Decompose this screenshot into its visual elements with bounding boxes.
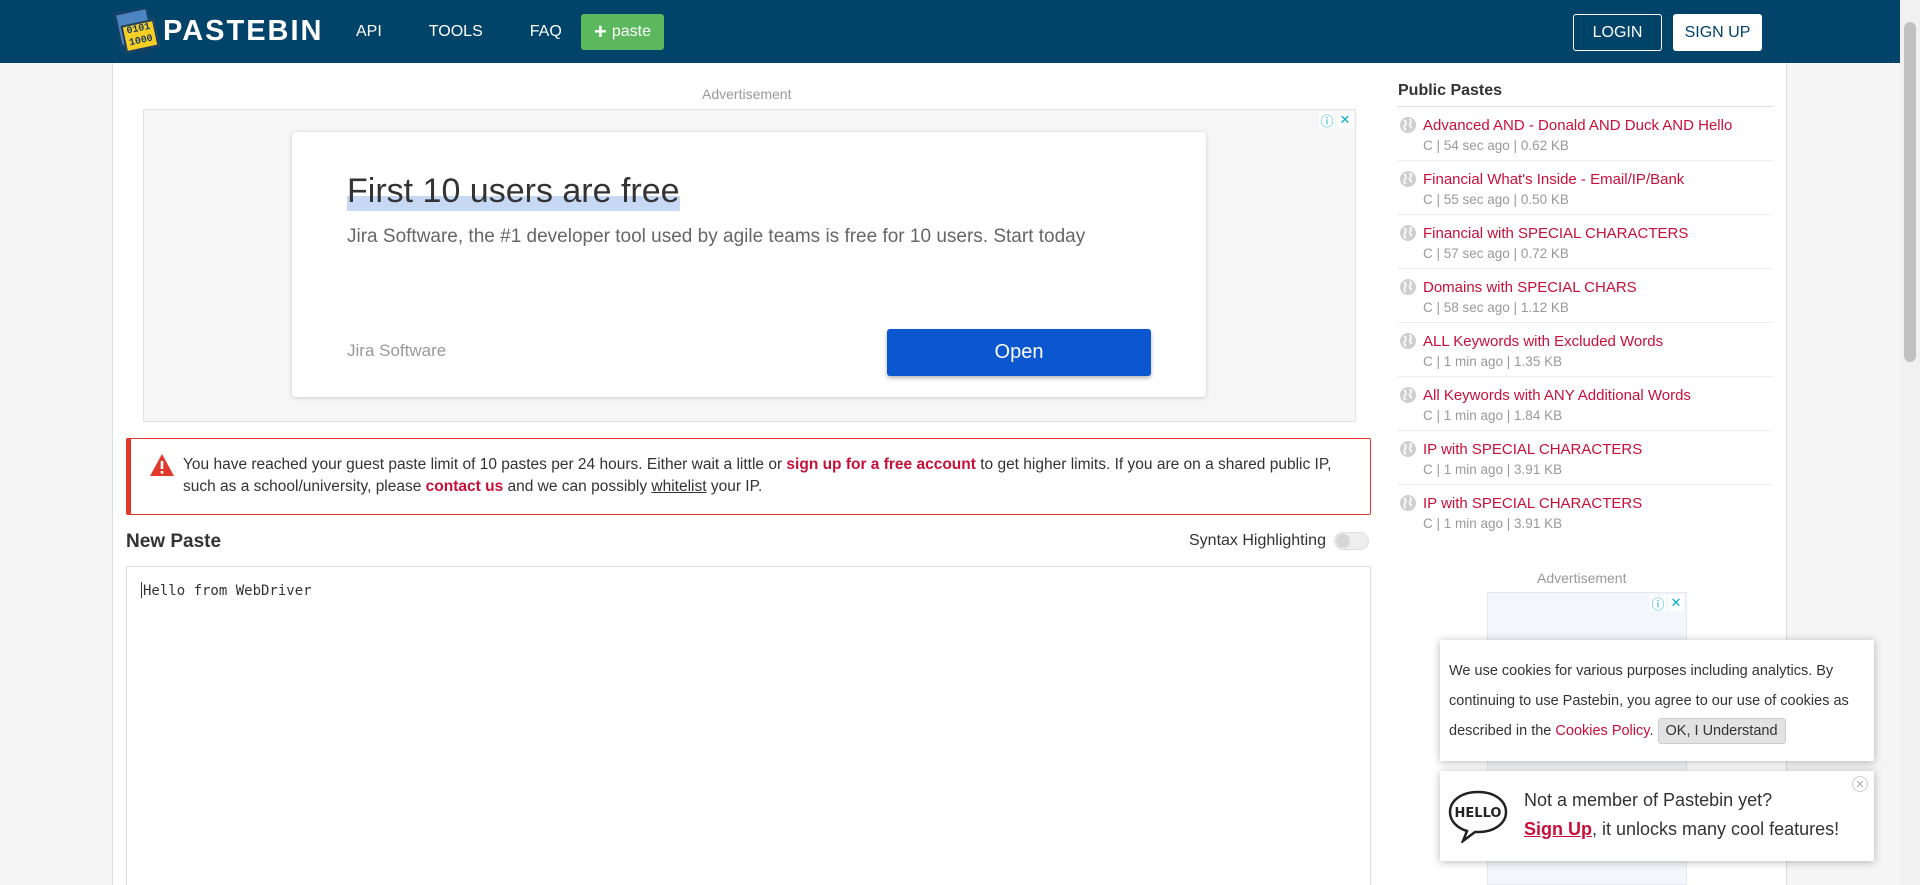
ad-description: Jira Software, the #1 developer tool use… [347, 226, 1086, 247]
cookie-text: We use cookies for various purposes incl… [1449, 656, 1869, 746]
globe-icon [1400, 441, 1416, 457]
nav-api[interactable]: API [356, 23, 382, 41]
list-item: IP with SPECIAL CHARACTERS C | 1 min ago… [1397, 485, 1773, 539]
globe-icon [1400, 171, 1416, 187]
svg-text:HELLO: HELLO [1455, 806, 1502, 821]
paste-meta: C | 57 sec ago | 0.72 KB [1423, 246, 1569, 261]
ad-label: Advertisement [702, 86, 792, 102]
paste-textarea[interactable]: Hello from WebDriver [126, 566, 1371, 885]
paste-meta: C | 1 min ago | 1.84 KB [1423, 408, 1563, 423]
ad-headline: First 10 users are free [347, 172, 680, 211]
public-pastes-title: Public Pastes [1398, 82, 1503, 99]
new-paste-button[interactable]: + paste [581, 14, 664, 50]
globe-icon [1400, 279, 1416, 295]
cookie-consent-popup: We use cookies for various purposes incl… [1440, 640, 1874, 761]
plus-icon: + [594, 19, 607, 44]
cookies-policy-link[interactable]: Cookies Policy [1555, 723, 1649, 739]
list-item: Domains with SPECIAL CHARS C | 58 sec ag… [1397, 269, 1773, 323]
hello-speech-bubble-icon: HELLO [1448, 790, 1508, 843]
member-prompt-text: Not a member of Pastebin yet? [1524, 790, 1773, 810]
paste-meta: C | 1 min ago | 3.91 KB [1423, 516, 1563, 531]
list-item: Financial with SPECIAL CHARACTERS C | 57… [1397, 215, 1773, 269]
list-item: ALL Keywords with Excluded Words C | 1 m… [1397, 323, 1773, 377]
list-item: IP with SPECIAL CHARACTERS C | 1 min ago… [1397, 431, 1773, 485]
login-button[interactable]: LOGIN [1573, 14, 1662, 51]
ad-brand: Jira Software [347, 341, 447, 360]
ad-info-icon[interactable]: ⓘ [1650, 595, 1666, 612]
paste-limit-notice: You have reached your guest paste limit … [126, 438, 1371, 515]
paste-link[interactable]: All Keywords with ANY Additional Words [1423, 387, 1691, 404]
member-signup-link[interactable]: Sign Up [1524, 819, 1592, 839]
paste-link[interactable]: Domains with SPECIAL CHARS [1423, 279, 1637, 296]
list-item: Financial What's Inside - Email/IP/Bank … [1397, 161, 1773, 215]
contact-us-link[interactable]: contact us [426, 478, 504, 495]
globe-icon [1400, 117, 1416, 133]
signup-free-link[interactable]: sign up for a free account [786, 456, 975, 473]
paste-link[interactable]: ALL Keywords with Excluded Words [1423, 333, 1663, 350]
scrollbar-thumb[interactable] [1904, 22, 1916, 362]
nav-faq[interactable]: FAQ [530, 23, 562, 41]
top-navbar: 0101 1000 101 PASTEBIN API TOOLS FAQ + pas… [0, 0, 1900, 63]
ad-banner: ⓘ ✕ First 10 users are free Jira Softwar… [143, 109, 1356, 422]
ad-info-icon[interactable]: ⓘ [1319, 112, 1335, 129]
paste-meta: C | 55 sec ago | 0.50 KB [1423, 192, 1569, 207]
whitelist-link[interactable]: whitelist [651, 478, 706, 495]
globe-icon [1400, 495, 1416, 511]
syntax-highlighting-label: Syntax Highlighting [1189, 532, 1326, 549]
paste-meta: C | 1 min ago | 1.35 KB [1423, 354, 1563, 369]
ad-close-icon[interactable]: ✕ [1337, 112, 1353, 128]
notice-text: You have reached your guest paste limit … [183, 456, 1332, 495]
logo-text: PASTEBIN [163, 14, 324, 47]
pastebin-logo[interactable]: 0101 1000 101 PASTEBIN [113, 6, 324, 60]
ad-card[interactable]: First 10 users are free Jira Software, t… [292, 132, 1206, 397]
signup-button[interactable]: SIGN UP [1673, 14, 1762, 51]
warning-icon [150, 454, 174, 476]
paste-link[interactable]: Financial What's Inside - Email/IP/Bank [1423, 171, 1684, 188]
page-scrollbar[interactable] [1900, 0, 1920, 885]
sidebar-ad-controls: ⓘ ✕ [1648, 595, 1684, 612]
cookie-ok-button[interactable]: OK, I Understand [1657, 718, 1786, 744]
public-pastes-list: Advanced AND - Donald AND Duck AND Hello… [1397, 106, 1773, 539]
globe-icon [1400, 225, 1416, 241]
syntax-highlighting-toggle[interactable] [1334, 532, 1369, 550]
paste-link[interactable]: IP with SPECIAL CHARACTERS [1423, 441, 1642, 458]
paste-link[interactable]: Advanced AND - Donald AND Duck AND Hello [1423, 117, 1732, 134]
nav-tools[interactable]: TOOLS [429, 23, 483, 41]
globe-icon [1400, 387, 1416, 403]
member-signup-text: Sign Up, it unlocks many cool features! [1524, 819, 1840, 839]
main-nav: API TOOLS FAQ [356, 0, 609, 63]
new-paste-title: New Paste [126, 531, 222, 552]
paste-link[interactable]: Financial with SPECIAL CHARACTERS [1423, 225, 1688, 242]
member-signup-popup: HELLO ✕ Not a member of Pastebin yet? Si… [1440, 771, 1874, 861]
logo-icon: 0101 1000 101 [113, 6, 160, 60]
close-popup-icon[interactable]: ✕ [1852, 776, 1868, 792]
list-item: Advanced AND - Donald AND Duck AND Hello… [1397, 107, 1773, 161]
globe-icon [1400, 333, 1416, 349]
ad-open-button[interactable]: Open [887, 329, 1151, 376]
sidebar-ad-label: Advertisement [1537, 570, 1627, 586]
paste-meta: C | 54 sec ago | 0.62 KB [1423, 138, 1569, 153]
paste-meta: C | 1 min ago | 3.91 KB [1423, 462, 1563, 477]
paste-meta: C | 58 sec ago | 1.12 KB [1423, 300, 1569, 315]
ad-close-icon[interactable]: ✕ [1668, 595, 1684, 611]
ad-controls: ⓘ ✕ [1317, 112, 1353, 129]
paste-content: Hello from WebDriver [143, 583, 312, 599]
paste-link[interactable]: IP with SPECIAL CHARACTERS [1423, 495, 1642, 512]
list-item: All Keywords with ANY Additional Words C… [1397, 377, 1773, 431]
